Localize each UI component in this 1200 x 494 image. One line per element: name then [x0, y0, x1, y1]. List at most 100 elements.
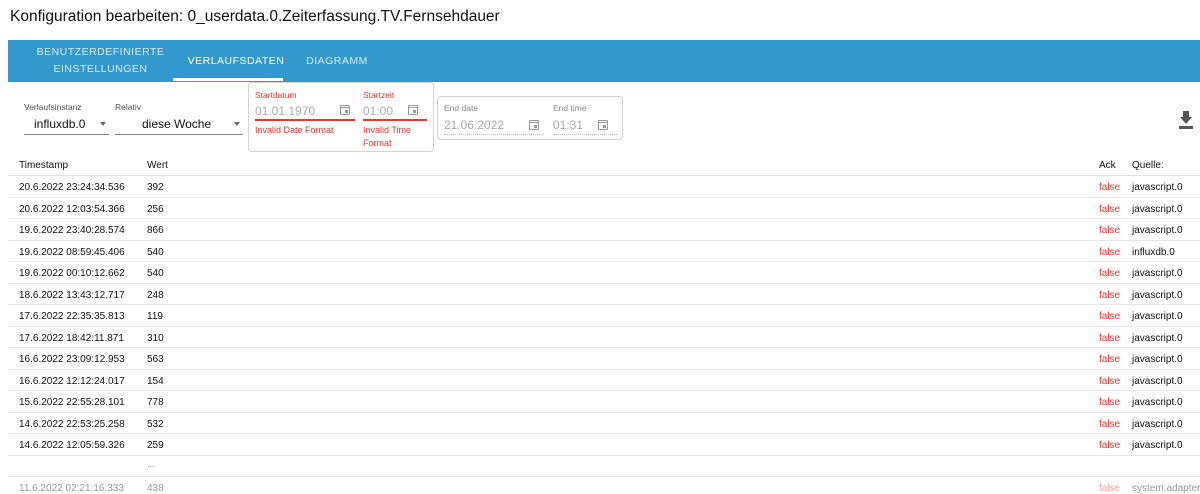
timestamp-cell: 19.6.2022 23:40:28.574: [19, 225, 125, 236]
value-cell: 532: [147, 418, 164, 430]
dialog-title: Konfiguration bearbeiten: 0_userdata.0.Z…: [10, 8, 500, 25]
ack-cell: false: [1099, 246, 1121, 258]
end-date-underline: [444, 134, 544, 135]
calendar-icon[interactable]: [340, 105, 350, 115]
value-cell: 256: [147, 203, 164, 215]
value-cell: 540: [147, 246, 164, 258]
start-time-error: Invalid Time Format: [363, 125, 412, 148]
table-row[interactable]: 14.6.2022 12:05:59.326 259 false javascript…: [8, 434, 1200, 456]
end-date-label: End date: [444, 103, 479, 113]
table-row[interactable]: 14.6.2022 22:53:25.258 532 false javascript…: [8, 413, 1200, 434]
table-row[interactable]: 19.6.2022 23:40:28.574 866 false javascript…: [8, 219, 1200, 241]
source-cell: javascript.0: [1132, 225, 1183, 236]
tab-custom-settings[interactable]: BENUTZERDEFINIERTE EINSTELLUNGEN: [23, 40, 178, 82]
ack-cell: false: [1099, 397, 1121, 408]
start-time-input[interactable]: 01:00: [363, 104, 393, 118]
value-cell: 119: [147, 311, 163, 322]
table-row[interactable]: 19.6.2022 08:59:45.406 540 false influxdb.0: [8, 241, 1200, 262]
header-value[interactable]: Wert: [147, 160, 168, 171]
download-icon[interactable]: [1178, 110, 1194, 130]
table-row[interactable]: 17.6.2022 18:42:11.871 310 false javascript…: [8, 327, 1200, 348]
source-cell: influxdb.0: [1132, 246, 1175, 258]
table-row[interactable]: 20.6.2022 23:24:34.536 392 false javascript…: [8, 176, 1200, 198]
value-cell: 778: [147, 397, 164, 408]
value-cell: 563: [147, 354, 164, 365]
source-cell: javascript.0: [1132, 289, 1183, 301]
table-row[interactable]: 18.6.2022 13:43:12.717 248 false javascript…: [8, 284, 1200, 305]
header-ack[interactable]: Ack: [1099, 160, 1116, 171]
source-cell: system.adapter.i: [1132, 482, 1200, 494]
ellipsis-text: ...: [147, 458, 155, 469]
value-cell: 540: [147, 268, 164, 279]
tab-history-data[interactable]: VERLAUFSDATEN: [173, 40, 299, 82]
source-cell: javascript.0: [1132, 397, 1183, 408]
timestamp-cell: 19.6.2022 00:10:12.662: [19, 268, 125, 279]
relative-value: diese Woche: [142, 117, 212, 131]
value-cell: 392: [147, 182, 164, 193]
timestamp-cell: 16.6.2022 12:12:24.017: [19, 375, 125, 387]
tab-chart[interactable]: DIAGRAMM: [293, 40, 381, 82]
table-row[interactable]: 11.6.2022 02:21:16.333 438 false system.ada…: [8, 477, 1200, 494]
source-cell: javascript.0: [1132, 375, 1183, 387]
table-row[interactable]: 16.6.2022 23:09:12.953 563 false javascript…: [8, 348, 1200, 370]
timestamp-cell: 20.6.2022 23:24:34.536: [19, 182, 125, 193]
chevron-down-icon: [234, 122, 240, 126]
start-time-error-line: [363, 119, 427, 121]
timestamp-cell: 16.6.2022 23:09:12.953: [19, 354, 125, 365]
table-row[interactable]: 15.6.2022 22:55:28.101 778 false javascript…: [8, 391, 1200, 413]
chevron-down-icon: [100, 122, 106, 126]
ack-cell: false: [1099, 225, 1121, 236]
timestamp-cell: 14.6.2022 22:53:25.258: [19, 418, 125, 430]
value-cell: 154: [147, 375, 164, 387]
timestamp-cell: 19.6.2022 08:59:45.406: [19, 246, 125, 258]
source-cell: javascript.0: [1132, 268, 1183, 279]
timestamp-cell: 14.6.2022 12:05:59.326: [19, 440, 125, 451]
instance-label: Verlaufsinstanz: [24, 102, 82, 112]
table-row[interactable]: 20.6.2022 12:03:54.366 256 false javascript…: [8, 198, 1200, 219]
relative-underline: [115, 134, 243, 135]
end-date-input[interactable]: 21.06.2022: [444, 118, 504, 132]
table-row[interactable]: 16.6.2022 12:12:24.017 154 false javascript…: [8, 370, 1200, 391]
header-timestamp[interactable]: Timestamp: [19, 160, 68, 171]
calendar-icon[interactable]: [529, 120, 539, 130]
header-source[interactable]: Quelle:: [1132, 160, 1164, 171]
source-cell: javascript.0: [1132, 418, 1183, 430]
end-time-underline: [553, 134, 617, 135]
source-cell: javascript.0: [1132, 354, 1183, 365]
value-cell: 310: [147, 332, 164, 344]
value-cell: 248: [147, 289, 164, 301]
timestamp-cell: 18.6.2022 13:43:12.717: [19, 289, 125, 301]
timestamp-cell: 17.6.2022 18:42:11.871: [19, 332, 124, 344]
start-time-label: Startzeit: [363, 90, 395, 100]
history-table: 20.6.2022 23:24:34.536 392 false javascript…: [8, 176, 1200, 494]
end-time-input[interactable]: 01:31: [553, 118, 583, 132]
calendar-icon[interactable]: [408, 105, 418, 115]
ack-cell: false: [1099, 289, 1121, 301]
instance-underline: [24, 134, 109, 135]
source-cell: javascript.0: [1132, 182, 1183, 193]
ack-cell: false: [1099, 311, 1121, 322]
ack-cell: false: [1099, 182, 1121, 193]
start-date-error: Invalid Date Format: [255, 125, 334, 135]
table-row[interactable]: 17.6.2022 22:35:35.813 119 false javascript…: [8, 305, 1200, 327]
tab-bar: BENUTZERDEFINIERTE EINSTELLUNGEN VERLAUF…: [8, 40, 1200, 82]
more-rows-indicator: ...: [8, 456, 1200, 477]
relative-label: Relativ: [115, 102, 141, 112]
end-time-label: End time: [553, 103, 587, 113]
timestamp-cell: 11.6.2022 02:21:16.333: [19, 482, 124, 494]
ack-cell: false: [1099, 482, 1121, 494]
start-date-input[interactable]: 01.01.1970: [255, 104, 315, 118]
start-date-label: Startdatum: [255, 90, 297, 100]
start-date-error-line: [255, 119, 355, 121]
source-cell: javascript.0: [1132, 311, 1183, 322]
timestamp-cell: 15.6.2022 22:55:28.101: [19, 397, 125, 408]
ack-cell: false: [1099, 418, 1121, 430]
source-cell: javascript.0: [1132, 203, 1183, 215]
instance-value: influxdb.0: [34, 117, 86, 131]
source-cell: javascript.0: [1132, 332, 1183, 344]
table-row[interactable]: 19.6.2022 00:10:12.662 540 false javascript…: [8, 262, 1200, 284]
ack-cell: false: [1099, 332, 1121, 344]
value-cell: 866: [147, 225, 164, 236]
calendar-icon[interactable]: [598, 120, 608, 130]
ack-cell: false: [1099, 440, 1121, 451]
